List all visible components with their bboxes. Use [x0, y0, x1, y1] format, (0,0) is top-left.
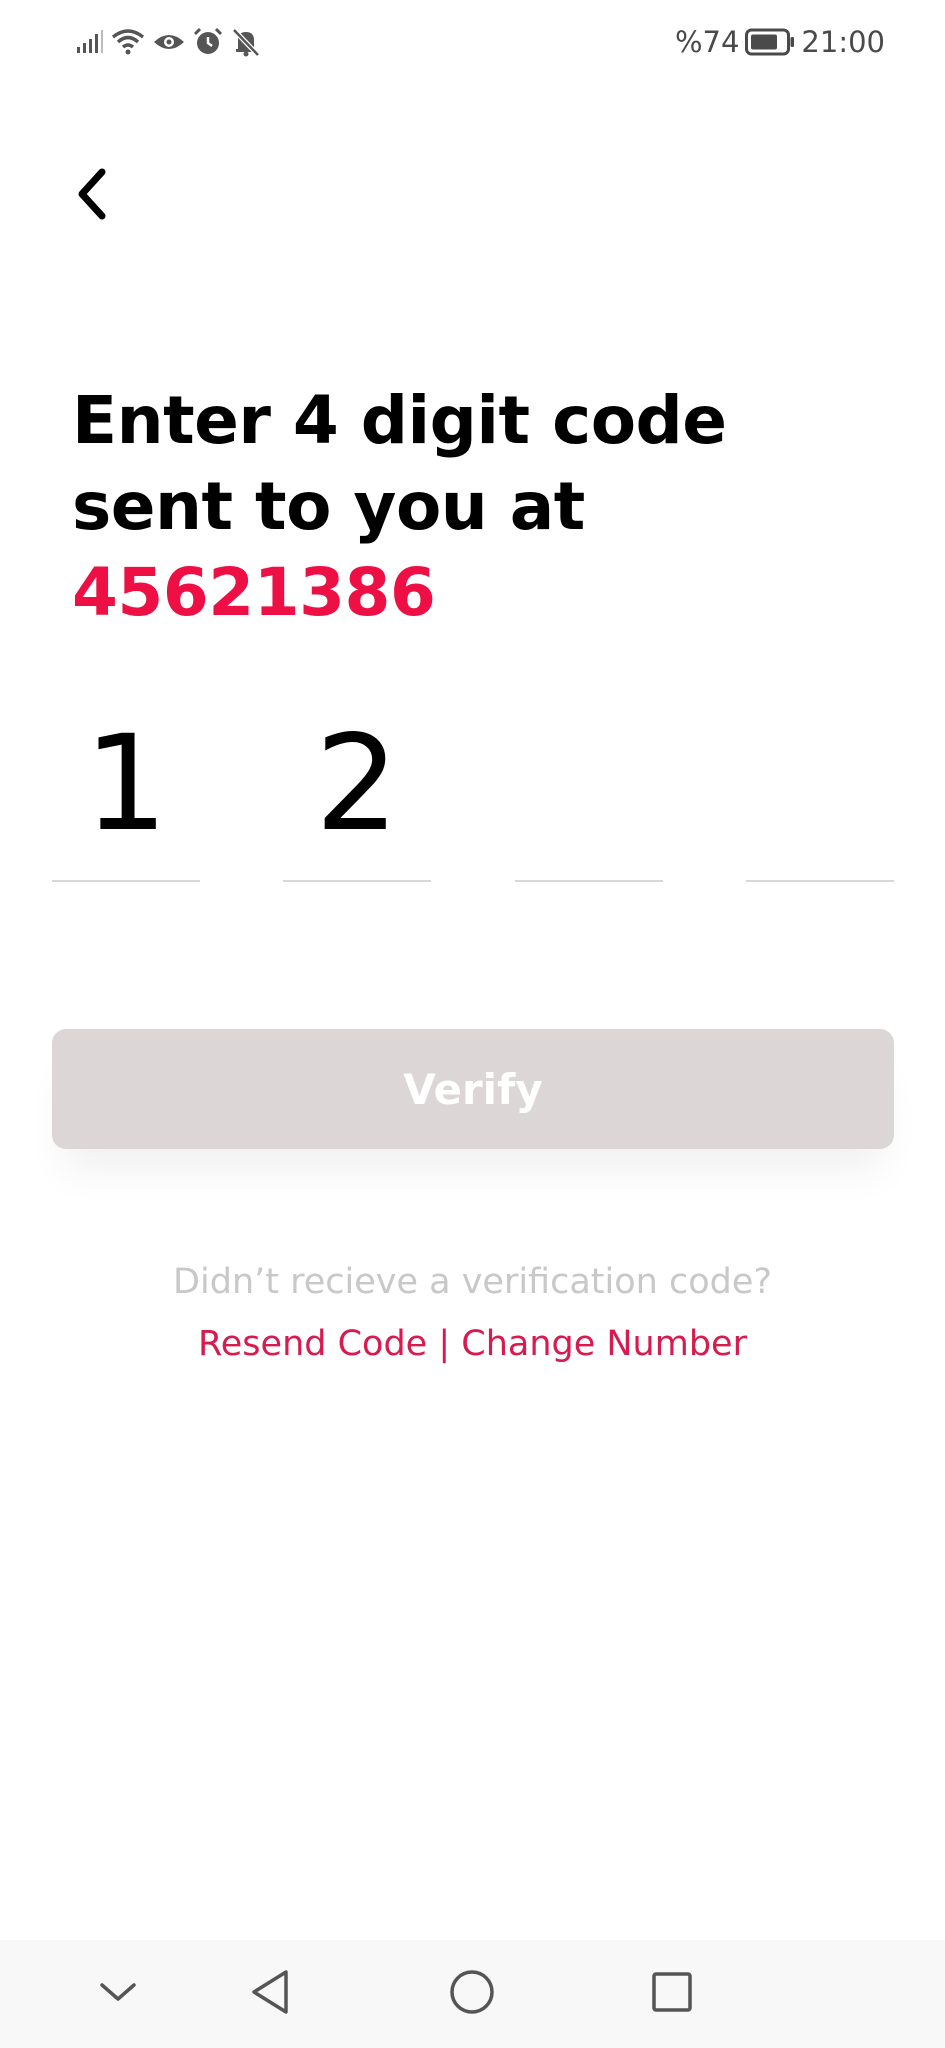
otp-digit-4[interactable] — [746, 700, 894, 882]
title-text: Enter 4 digit code sent to you at — [72, 382, 727, 545]
page-title: Enter 4 digit code sent to you at 456213… — [72, 378, 902, 636]
clock: 21:00 — [801, 25, 885, 59]
otp-input-row: 1 2 — [52, 700, 894, 886]
back-button[interactable] — [62, 160, 122, 232]
eye-icon — [152, 30, 186, 54]
system-nav-bar — [0, 1940, 945, 2048]
otp-digit-3[interactable] — [515, 700, 663, 882]
square-recents-icon — [650, 1970, 694, 2019]
change-number-link[interactable]: Change Number — [461, 1324, 747, 1364]
status-right: %74 21:00 — [675, 22, 885, 62]
chevron-left-icon — [72, 166, 112, 227]
verify-button[interactable]: Verify — [52, 1029, 894, 1149]
status-bar: %74 21:00 — [0, 0, 945, 82]
nav-home-button[interactable] — [440, 1962, 504, 2026]
nav-back-button[interactable] — [238, 1962, 302, 2026]
alarm-icon — [192, 27, 224, 57]
chevron-down-icon — [98, 1980, 138, 2009]
mute-icon — [230, 27, 262, 57]
status-icons — [76, 22, 262, 62]
resend-code-link[interactable]: Resend Code — [198, 1324, 427, 1364]
circle-home-icon — [448, 1968, 496, 2021]
otp-digit-2[interactable]: 2 — [283, 700, 431, 882]
link-separator: | — [427, 1324, 462, 1364]
nav-hide-button[interactable] — [86, 1962, 150, 2026]
resend-hint: Didn’t recieve a verification code? — [173, 1262, 772, 1302]
triangle-back-icon — [248, 1968, 292, 2021]
otp-digit-1[interactable]: 1 — [52, 700, 200, 882]
wifi-icon — [110, 28, 146, 56]
battery-percent: %74 — [674, 25, 740, 59]
signal-icon — [76, 30, 104, 54]
phone-number: 45621386 — [72, 554, 436, 631]
nav-recents-button[interactable] — [640, 1962, 704, 2026]
battery-icon — [745, 28, 795, 56]
resend-links: Resend Code | Change Number — [0, 1324, 945, 1364]
